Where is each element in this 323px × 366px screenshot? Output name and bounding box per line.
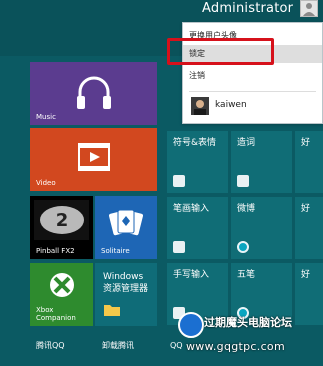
tile-pinball[interactable]: 2 Pinball FX2	[30, 196, 93, 259]
tile-label: Solitaire	[101, 247, 130, 255]
menu-item-sign-out[interactable]: 注销	[183, 67, 322, 85]
pinball-logo-icon: 2	[34, 200, 89, 240]
tile-music[interactable]: Music	[30, 62, 157, 125]
svg-text:2: 2	[56, 210, 69, 231]
highlight-annotation	[167, 38, 274, 65]
tile-label: 符号&表情	[173, 138, 217, 148]
account-name: Administrator	[202, 1, 294, 16]
watermark-title: 过期魔头电脑论坛	[204, 316, 292, 329]
tile-label: 好	[301, 204, 311, 214]
tile-label-uninstall-qq[interactable]: 卸载腾讯	[102, 341, 134, 351]
tile-ime-partial-2[interactable]: 好	[295, 197, 323, 259]
watermark-logo-icon	[178, 312, 204, 338]
ime-icon	[173, 241, 185, 253]
ime-icon	[173, 175, 185, 187]
video-play-icon	[78, 143, 110, 171]
tile-label: 笔画输入	[173, 204, 210, 214]
tile-label-line1: Xbox	[36, 306, 54, 314]
tile-ime-weibo[interactable]: 微博	[231, 197, 292, 259]
ime-icon	[237, 175, 249, 187]
tile-label: 手写输入	[173, 270, 210, 280]
headphones-icon	[77, 76, 111, 109]
tile-label: Music	[36, 113, 56, 121]
tile-label: 好	[301, 270, 311, 280]
account-button[interactable]: Administrator	[198, 0, 323, 20]
menu-separator	[189, 91, 316, 92]
tile-label: Pinball FX2	[36, 247, 75, 255]
account-avatar-icon	[300, 0, 318, 17]
tile-ime-word[interactable]: 造词	[231, 131, 292, 193]
tile-label: 好	[301, 138, 311, 148]
tile-ime-stroke[interactable]: 笔画输入	[167, 197, 228, 259]
tile-label-line2: 资源管理器	[103, 284, 149, 294]
tile-xbox-companion[interactable]: Xbox Companion	[30, 263, 93, 326]
tile-label-qq[interactable]: 腾讯QQ	[36, 341, 65, 351]
tile-video[interactable]: Video	[30, 128, 157, 191]
tile-label: 造词	[237, 138, 256, 148]
watermark-url: www.gqgtpc.com	[186, 340, 285, 353]
tile-windows-explorer[interactable]: Windows 资源管理器	[95, 263, 157, 326]
cards-icon	[109, 209, 143, 236]
tile-label-qq-2[interactable]: QQ	[170, 341, 183, 351]
user-avatar	[191, 97, 209, 115]
tile-ime-partial-3[interactable]: 好	[295, 263, 323, 325]
tile-label: 微博	[237, 204, 256, 214]
folder-icon	[104, 305, 120, 316]
user-name: kaiwen	[215, 100, 247, 110]
tile-label-line2: Companion	[36, 314, 76, 322]
menu-item-switch-user[interactable]: kaiwen	[183, 93, 322, 121]
weibo-icon	[237, 241, 249, 253]
tile-solitaire[interactable]: Solitaire	[95, 196, 157, 259]
tile-label: 五笔	[237, 270, 256, 280]
tile-ime-partial[interactable]: 好	[295, 131, 323, 193]
tile-label: Video	[36, 179, 56, 187]
tile-ime-symbols[interactable]: 符号&表情	[167, 131, 228, 193]
tile-label-line1: Windows	[103, 272, 144, 282]
xbox-icon	[50, 273, 74, 297]
